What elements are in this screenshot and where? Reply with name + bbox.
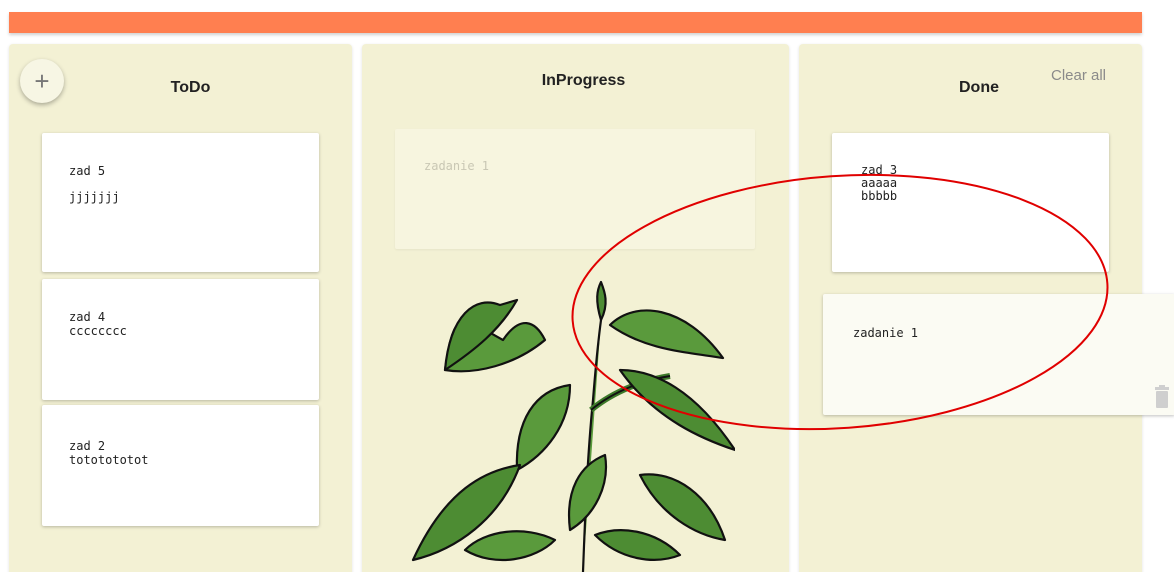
- trash-icon[interactable]: [1153, 385, 1171, 409]
- card-zad-2[interactable]: zad 2 tototototot: [42, 405, 319, 526]
- card-title: zadanie 1: [853, 326, 919, 340]
- card-body: tototototot: [69, 453, 149, 467]
- card-title: zadanie 1: [424, 159, 490, 173]
- plus-icon: +: [34, 66, 50, 96]
- card-zad-4[interactable]: zad 4 cccccccc: [42, 279, 319, 400]
- column-title-inprogress: InProgress: [541, 72, 626, 89]
- card-body: aaaaa bbbbb: [861, 176, 898, 203]
- plant-illustration: [411, 280, 735, 572]
- kanban-page: ToDo InProgress Done + Clear all zad 5 j…: [0, 0, 1174, 572]
- card-zadanie-1-dragging[interactable]: zadanie 1: [823, 294, 1174, 415]
- card-body: cccccccc: [69, 324, 127, 338]
- card-title: zad 2: [69, 439, 106, 453]
- card-zad-5[interactable]: zad 5 jjjjjjj: [42, 133, 319, 272]
- add-card-button[interactable]: +: [20, 59, 64, 103]
- card-zad-3[interactable]: zad 3 aaaaa bbbbb: [832, 133, 1109, 272]
- card-title: zad 5: [69, 164, 106, 178]
- card-zadanie-1-placeholder: zadanie 1: [395, 129, 755, 249]
- clear-all-button[interactable]: Clear all: [1051, 67, 1106, 84]
- card-title: zad 4: [69, 310, 106, 324]
- header-bar: [9, 12, 1142, 33]
- card-body: jjjjjjj: [69, 190, 120, 204]
